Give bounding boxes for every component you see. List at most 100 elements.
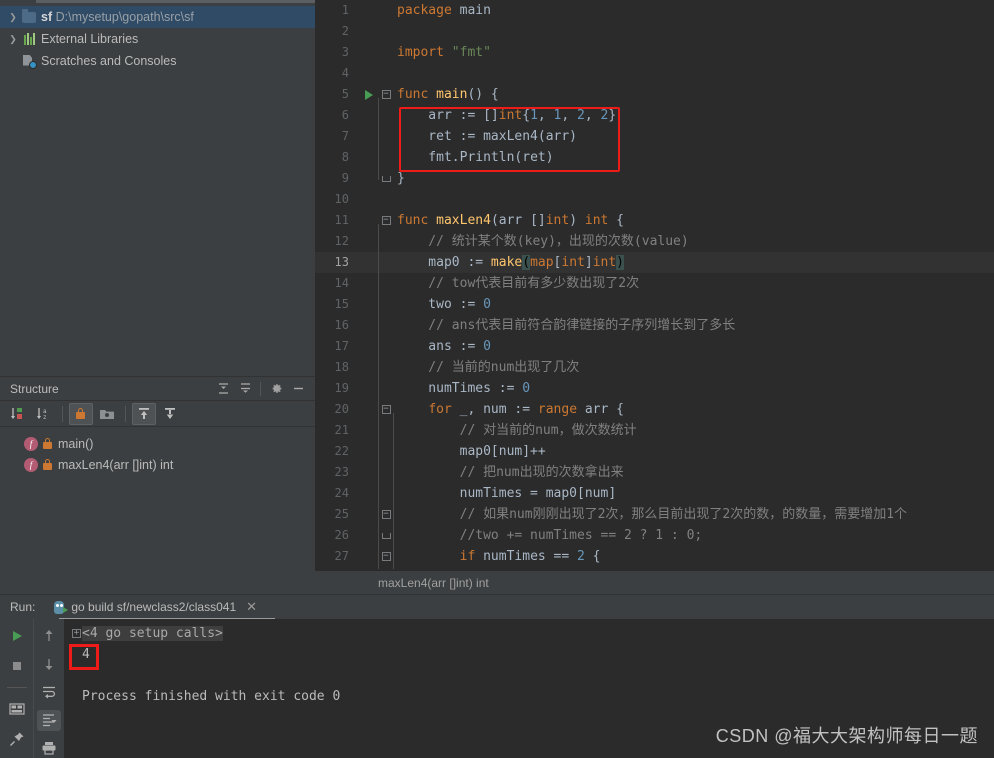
chevron-right-icon[interactable]: ❯ [6, 34, 20, 44]
line-number: 7 [341, 129, 349, 143]
expand-plus-icon[interactable]: + [72, 629, 81, 638]
code-line[interactable]: 11 − func maxLen4(arr []int) int { [315, 210, 994, 231]
fold-guide-line [378, 224, 379, 569]
code-line[interactable]: 18 // 当前的num出现了几次 [315, 357, 994, 378]
breadcrumb-label: maxLen4(arr []int) int [378, 575, 489, 590]
code-line[interactable]: 22 map0[num]++ [315, 441, 994, 462]
code-line[interactable]: 21 // 对当前的num，做次数统计 [315, 420, 994, 441]
code-line[interactable]: 8 fmt.Println(ret) [315, 147, 994, 168]
ide-window: ❯ sf D:\mysetup\gopath\src\sf ❯ External… [0, 0, 994, 758]
code-text: arr := []int{1, 1, 2, 2} [397, 108, 617, 123]
hide-panel-icon[interactable] [287, 379, 309, 399]
console-exit-text: Process finished with exit code 0 [82, 689, 341, 704]
code-line[interactable]: 15 two := 0 [315, 294, 994, 315]
lock-icon [43, 438, 52, 449]
fold-end-icon[interactable] [379, 532, 393, 539]
code-line[interactable]: 26 //two += numTimes == 2 ? 1 : 0; [315, 525, 994, 546]
expand-all-icon[interactable] [212, 379, 234, 399]
fold-collapse-icon[interactable]: − [379, 90, 393, 99]
fold-collapse-icon[interactable]: − [379, 216, 393, 225]
settings-gear-icon[interactable] [265, 379, 287, 399]
down-arrow-icon[interactable] [37, 653, 61, 674]
run-tab[interactable]: go build sf/newclass2/class041 ✕ [53, 595, 257, 619]
up-arrow-icon[interactable] [37, 625, 61, 646]
code-text: two := 0 [397, 297, 491, 312]
structure-item-maxlen4[interactable]: f maxLen4(arr []int) int [0, 454, 315, 475]
layout-settings-icon[interactable] [5, 698, 29, 720]
project-tree-panel[interactable]: ❯ sf D:\mysetup\gopath\src\sf ❯ External… [0, 0, 315, 376]
sort-by-visibility-icon[interactable] [6, 403, 30, 425]
code-line[interactable]: 9} [315, 168, 994, 189]
rerun-play-icon[interactable] [5, 625, 29, 647]
show-non-public-icon[interactable] [69, 402, 93, 425]
editor-lines[interactable]: 1 package main 2 3 import "fmt" 4 5− func main(… [315, 0, 994, 569]
run-tab-bar: Run: go build sf/newclass2/class041 ✕ [0, 595, 994, 620]
structure-item-main[interactable]: f main() [0, 433, 315, 454]
code-line[interactable]: 2 [315, 21, 994, 42]
code-line[interactable]: 23 // 把num出现的次数拿出来 [315, 462, 994, 483]
structure-header: Structure [0, 377, 315, 401]
soft-wrap-icon[interactable] [37, 681, 61, 702]
code-line[interactable]: 12 // 统计某个数(key)，出现的次数(value) [315, 231, 994, 252]
divider [125, 405, 126, 422]
tree-item-scratches-and-consoles[interactable]: Scratches and Consoles [0, 50, 315, 72]
group-folder-icon[interactable] [95, 403, 119, 425]
tree-item-sf[interactable]: ❯ sf D:\mysetup\gopath\src\sf [0, 6, 315, 28]
scroll-to-end-icon[interactable] [37, 709, 61, 731]
line-number: 18 [334, 360, 349, 374]
run-gutter-icon[interactable] [359, 89, 379, 100]
sort-alphabetically-icon[interactable]: a z [32, 403, 56, 425]
code-line[interactable]: 1 package main [315, 0, 994, 21]
code-text: // 对当前的num，做次数统计 [397, 423, 637, 438]
line-number: 15 [334, 297, 349, 311]
code-line[interactable]: 24 numTimes = map0[num] [315, 483, 994, 504]
code-text: map0[num]++ [397, 444, 546, 459]
console-exit-message: Process finished with exit code 0 [64, 686, 994, 707]
scratches-icon [20, 54, 38, 69]
fold-collapse-icon[interactable]: − [379, 552, 393, 561]
code-line[interactable]: 6 arr := []int{1, 1, 2, 2} [315, 105, 994, 126]
line-number: 17 [334, 339, 349, 353]
structure-panel: Structure a z f main() f maxLen4(arr []i… [0, 376, 315, 594]
pin-icon[interactable] [5, 728, 29, 750]
code-text: map0 := make(map[int]int) [397, 255, 624, 270]
line-number: 23 [334, 465, 349, 479]
line-number: 5 [341, 87, 349, 101]
project-tree-scrollbar[interactable] [36, 0, 315, 3]
code-line[interactable]: 4 [315, 63, 994, 84]
print-icon[interactable] [37, 738, 61, 758]
code-text: func maxLen4(arr []int) int { [397, 213, 625, 228]
left-tool-column: ❯ sf D:\mysetup\gopath\src\sf ❯ External… [0, 0, 315, 594]
code-line[interactable]: 16 // ans代表目前符合韵律链接的子序列增长到了多长 [315, 315, 994, 336]
code-line[interactable]: 19 numTimes := 0 [315, 378, 994, 399]
fold-collapse-icon[interactable]: − [379, 405, 393, 414]
show-anonymous-icon[interactable] [158, 403, 182, 425]
line-number: 22 [334, 444, 349, 458]
function-icon: f [24, 436, 38, 451]
code-line[interactable]: 17 ans := 0 [315, 336, 994, 357]
stop-icon[interactable] [5, 655, 29, 677]
code-line[interactable]: 7 ret := maxLen4(arr) [315, 126, 994, 147]
close-icon[interactable]: ✕ [246, 599, 257, 615]
console-collapsed-node[interactable]: + <4 go setup calls> [64, 623, 994, 644]
code-line[interactable]: 14 // tow代表目前有多少数出现了2次 [315, 273, 994, 294]
tree-item-external-libraries[interactable]: ❯ External Libraries [0, 28, 315, 50]
code-line[interactable]: 13 map0 := make(map[int]int) [315, 252, 994, 273]
show-inherited-icon[interactable] [132, 402, 156, 425]
fold-collapse-icon[interactable]: − [379, 510, 393, 519]
code-line[interactable]: 3 import "fmt" [315, 42, 994, 63]
line-number: 12 [334, 234, 349, 248]
code-text: func main() { [397, 87, 499, 102]
collapse-all-icon[interactable] [234, 379, 256, 399]
code-line[interactable]: 5 − func main() { [315, 84, 994, 105]
code-line[interactable]: 10 [315, 189, 994, 210]
line-number: 3 [341, 45, 349, 59]
structure-list: f main() f maxLen4(arr []int) int [0, 427, 315, 475]
fold-end-icon[interactable] [379, 175, 393, 182]
code-line[interactable]: 27 − if numTimes == 2 { [315, 546, 994, 567]
code-line[interactable]: 25 − // 如果num刚刚出现了2次，那么目前出现了2次的数，的数量，需要增加… [315, 504, 994, 525]
chevron-right-icon[interactable]: ❯ [6, 12, 20, 22]
code-line[interactable]: 20 − for _, num := range arr { [315, 399, 994, 420]
code-editor[interactable]: 1 package main 2 3 import "fmt" 4 5− func main(… [315, 0, 994, 570]
breadcrumb[interactable]: maxLen4(arr []int) int [315, 570, 994, 594]
